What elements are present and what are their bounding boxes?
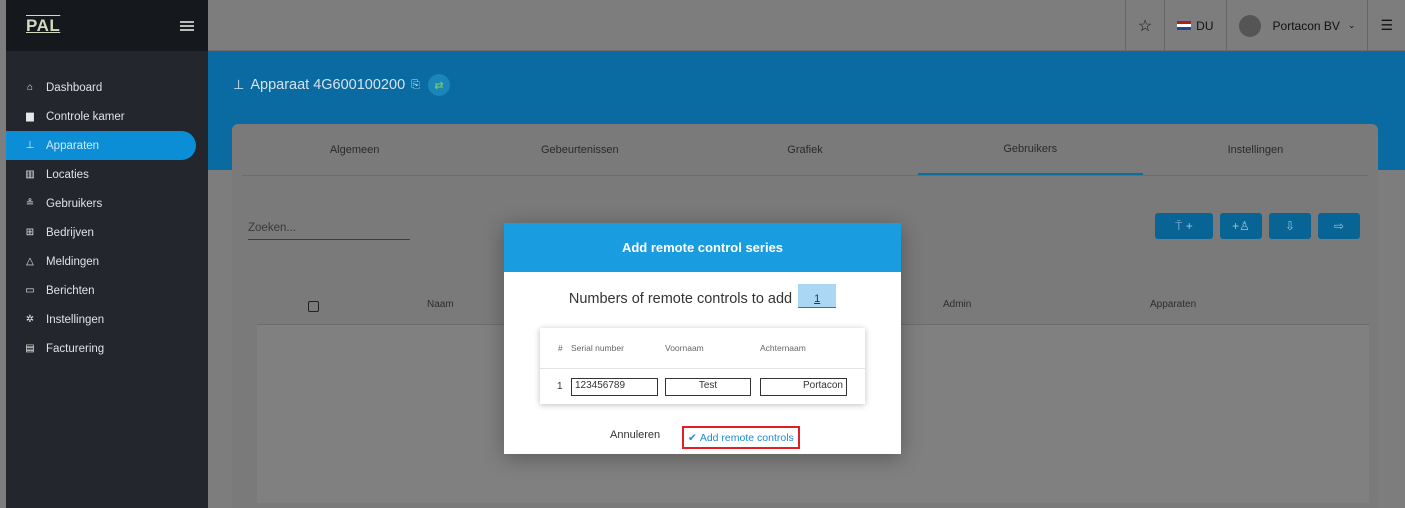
tab-gebruikers[interactable]: Gebruikers bbox=[917, 124, 1143, 175]
chevron-down-icon: ⌄ bbox=[1347, 20, 1356, 30]
remote-add-icon: ⍑ + bbox=[1175, 218, 1193, 233]
header-actions: ☆ DU Portacon BV ⌄ ☰ bbox=[1124, 0, 1405, 51]
account-menu[interactable]: Portacon BV ⌄ bbox=[1225, 0, 1368, 51]
serial-number-field[interactable]: 123456789 bbox=[571, 378, 658, 396]
cancel-button[interactable]: Annuleren bbox=[610, 429, 660, 441]
building-icon: ▆ bbox=[26, 111, 34, 122]
dialog-title: Add remote control series bbox=[504, 223, 901, 272]
column-header-apparaten[interactable]: Apparaten bbox=[1150, 299, 1196, 310]
bell-icon: △ bbox=[26, 256, 34, 267]
tab-algemeen[interactable]: Algemeen bbox=[242, 124, 467, 175]
count-row: Numbers of remote controls to add 1 bbox=[504, 284, 901, 311]
device-title-text: Apparaat 4G600100200 bbox=[250, 77, 406, 93]
star-icon: ☆ bbox=[1137, 17, 1153, 35]
sidebar-item-apparaten[interactable]: ⊥ Apparaten bbox=[6, 131, 196, 160]
add-user-button[interactable]: +♙ bbox=[1220, 213, 1262, 239]
count-label: Numbers of remote controls to add bbox=[568, 290, 793, 307]
check-icon: ✔ bbox=[688, 431, 697, 444]
column-header-index: # bbox=[558, 343, 563, 353]
tab-bar: Algemeen Gebeurtenissen Grafiek Gebruike… bbox=[242, 124, 1368, 176]
sidebar-item-label: Meldingen bbox=[46, 255, 100, 268]
achternaam-field[interactable]: Portacon bbox=[760, 378, 847, 396]
sidebar-item-gebruikers[interactable]: ≗ Gebruikers bbox=[6, 189, 196, 218]
page-title: ⊥ Apparaat 4G600100200 ⎘ ⇄ bbox=[233, 74, 450, 96]
home-icon: ⌂ bbox=[26, 82, 34, 93]
export-button[interactable]: ⇨ bbox=[1318, 213, 1360, 239]
copy-icon[interactable]: ⎘ bbox=[411, 79, 420, 92]
device-icon: ⊥ bbox=[233, 77, 245, 92]
sidebar-item-berichten[interactable]: ▭ Berichten bbox=[6, 276, 196, 305]
sidebar-item-label: Controle kamer bbox=[46, 110, 125, 123]
action-buttons: ⍑ + +♙ ⇩ ⇨ bbox=[1155, 213, 1360, 239]
sidebar-item-bedrijven[interactable]: ⊞ Bedrijven bbox=[6, 218, 196, 247]
column-header-voornaam: Voornaam bbox=[665, 343, 704, 353]
sidebar-item-dashboard[interactable]: ⌂ Dashboard bbox=[6, 73, 196, 102]
gear-icon: ✲ bbox=[25, 314, 35, 325]
swap-icon: ⇄ bbox=[434, 79, 444, 92]
favorite-button[interactable]: ☆ bbox=[1124, 0, 1164, 51]
add-remote-controls-button[interactable]: ✔ Add remote controls bbox=[682, 426, 800, 449]
tab-gebeurtenissen[interactable]: Gebeurtenissen bbox=[467, 124, 692, 175]
sidebar-item-controle-kamer[interactable]: ▆ Controle kamer bbox=[6, 102, 196, 131]
mail-icon: ▭ bbox=[25, 285, 35, 296]
sidebar-item-label: Dashboard bbox=[46, 81, 103, 94]
sidebar-item-label: Bedrijven bbox=[46, 226, 94, 239]
column-header-serial: Serial number bbox=[571, 343, 624, 353]
sidebar: PAL ⌂ Dashboard ▆ Controle kamer ⊥ Apparate… bbox=[6, 0, 208, 508]
count-value: 1 bbox=[814, 293, 821, 305]
sidebar-item-locaties[interactable]: ▥ Locaties bbox=[6, 160, 196, 189]
sidebar-header: PAL bbox=[6, 0, 208, 51]
row-index: 1 bbox=[557, 381, 563, 392]
flag-icon bbox=[1177, 21, 1192, 30]
logo[interactable]: PAL bbox=[26, 16, 60, 36]
sidebar-item-instellingen[interactable]: ✲ Instellingen bbox=[6, 305, 196, 334]
sidebar-item-label: Apparaten bbox=[46, 139, 100, 152]
select-all-checkbox[interactable] bbox=[308, 301, 319, 312]
column-header-admin[interactable]: Admin bbox=[943, 299, 971, 310]
divider bbox=[540, 368, 865, 369]
sidebar-item-facturering[interactable]: ▤ Facturering bbox=[6, 334, 196, 363]
count-input[interactable]: 1 bbox=[798, 284, 837, 308]
sidebar-item-meldingen[interactable]: △ Meldingen bbox=[6, 247, 196, 276]
import-icon: ⇩ bbox=[1284, 219, 1296, 233]
export-icon: ⇨ bbox=[1333, 219, 1345, 233]
add-remote-series-dialog: Add remote control series Numbers of rem… bbox=[504, 223, 901, 454]
sidebar-item-label: Berichten bbox=[46, 284, 95, 297]
search-input[interactable]: Zoeken... bbox=[248, 222, 410, 240]
add-remote-controls-label: Add remote controls bbox=[699, 431, 794, 444]
language-label: DU bbox=[1196, 18, 1214, 33]
tab-instellingen[interactable]: Instellingen bbox=[1143, 124, 1368, 175]
import-button[interactable]: ⇩ bbox=[1269, 213, 1311, 239]
swap-button[interactable]: ⇄ bbox=[427, 74, 450, 96]
company-icon: ⊞ bbox=[25, 227, 35, 238]
map-icon: ▥ bbox=[25, 169, 35, 180]
account-name: Portacon BV bbox=[1272, 18, 1340, 33]
top-header: ☆ DU Portacon BV ⌄ ☰ bbox=[208, 0, 1405, 51]
language-selector[interactable]: DU bbox=[1164, 0, 1225, 51]
avatar bbox=[1238, 14, 1261, 37]
sidebar-nav: ⌂ Dashboard ▆ Controle kamer ⊥ Apparaten ▥ L… bbox=[6, 73, 208, 363]
add-remote-button[interactable]: ⍑ + bbox=[1155, 213, 1213, 239]
user-icon: ≗ bbox=[25, 198, 35, 209]
user-add-icon: +♙ bbox=[1232, 219, 1250, 233]
sidebar-item-label: Facturering bbox=[46, 342, 105, 355]
column-header-achternaam: Achternaam bbox=[760, 343, 806, 353]
list-icon: ☰ bbox=[1380, 17, 1393, 33]
tab-grafiek[interactable]: Grafiek bbox=[692, 124, 917, 175]
device-icon: ⊥ bbox=[25, 140, 35, 151]
credit-card-icon: ▤ bbox=[25, 343, 35, 354]
menu-toggle-icon[interactable] bbox=[180, 20, 194, 31]
sidebar-item-label: Instellingen bbox=[46, 313, 105, 326]
list-menu-button[interactable]: ☰ bbox=[1367, 0, 1405, 51]
voornaam-field[interactable]: Test bbox=[665, 378, 751, 396]
remote-list-table: # Serial number Voornaam Achternaam 1 12… bbox=[540, 328, 865, 404]
column-header-naam[interactable]: Naam bbox=[427, 299, 454, 310]
sidebar-item-label: Gebruikers bbox=[46, 197, 103, 210]
sidebar-item-label: Locaties bbox=[46, 168, 89, 181]
